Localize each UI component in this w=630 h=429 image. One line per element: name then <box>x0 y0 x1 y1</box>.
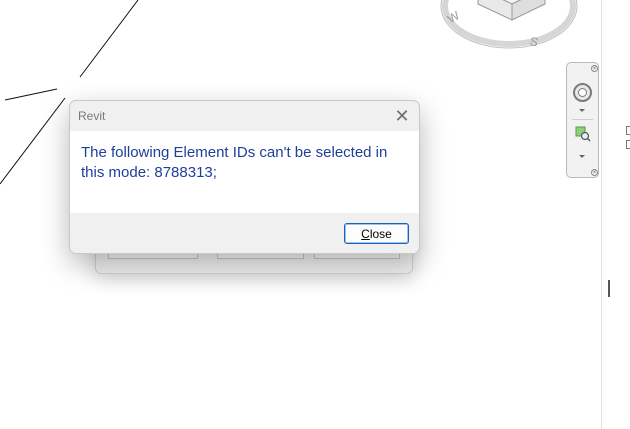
zoom-region-icon[interactable] <box>575 126 591 142</box>
dialog-title: Revit <box>78 109 106 123</box>
divider <box>572 119 593 120</box>
close-button-label: lose <box>369 227 392 241</box>
chevron-down-icon[interactable] <box>579 109 585 112</box>
close-button[interactable]: Close <box>344 223 409 244</box>
dialog-footer: Close <box>70 213 419 253</box>
close-icon[interactable]: ✕ <box>391 105 413 127</box>
close-button-mnemonic: C <box>361 227 370 241</box>
edge-marks <box>626 126 630 154</box>
dialog-titlebar[interactable]: Revit ✕ <box>70 101 419 131</box>
navigation-bar: × × <box>566 62 599 178</box>
close-icon[interactable]: × <box>591 169 598 176</box>
model-line <box>0 97 66 185</box>
dialog-message: The following Element IDs can't be selec… <box>81 144 388 181</box>
message-dialog: Revit ✕ The following Element IDs can't … <box>69 100 420 254</box>
dialog-content: The following Element IDs can't be selec… <box>70 131 419 213</box>
view-cube-side[interactable] <box>511 0 546 21</box>
view-cube[interactable]: W S <box>440 0 578 50</box>
model-line <box>79 0 139 78</box>
view-cube-side[interactable] <box>477 0 513 21</box>
vertical-scrollbar[interactable] <box>601 0 630 429</box>
full-navigation-wheel-icon[interactable] <box>573 83 592 102</box>
compass-south-label[interactable]: S <box>528 34 539 50</box>
close-icon[interactable]: × <box>591 65 598 72</box>
model-line <box>4 88 58 101</box>
chevron-down-icon[interactable] <box>579 155 585 158</box>
scrollbar-thumb[interactable] <box>608 280 610 297</box>
